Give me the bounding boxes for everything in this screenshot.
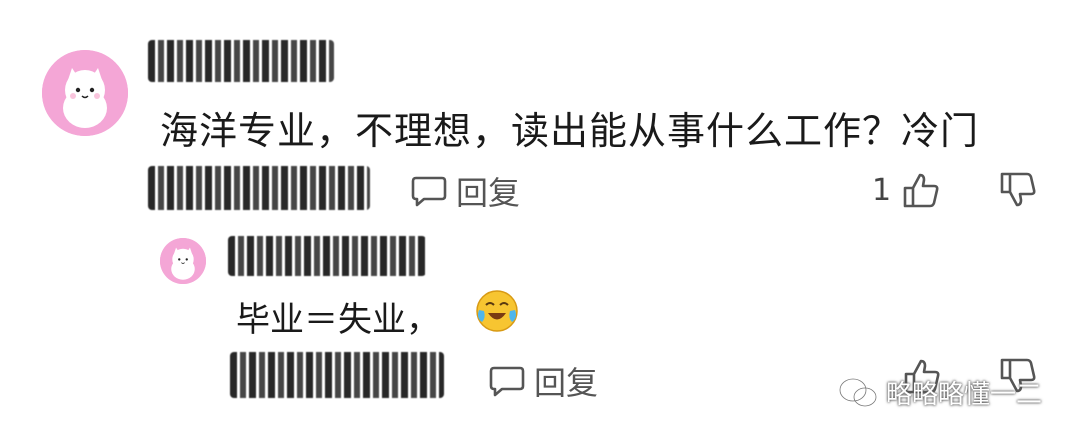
cat-avatar-icon <box>42 50 128 136</box>
cat-avatar-icon <box>160 238 206 284</box>
thumbs-up-icon <box>903 173 939 208</box>
speech-bubble-icon <box>489 366 525 397</box>
watermark-text: 略略略懂一二 <box>885 380 1042 410</box>
replier-avatar[interactable] <box>160 238 206 284</box>
reply-text: 毕业＝失业， <box>236 300 440 340</box>
comment-text: 海洋专业，不理想，读出能从事什么工作？冷门 <box>160 109 980 153</box>
comment-dislike-button[interactable] <box>998 170 1038 210</box>
wechat-icon <box>838 377 878 407</box>
speech-bubble-icon <box>411 176 447 207</box>
wechat-watermark: 略略略懂一二 <box>838 374 1042 411</box>
reply-reply-label: 回复 <box>534 364 599 402</box>
reply-meta-obscured <box>230 352 444 398</box>
commenter-username-obscured[interactable] <box>148 40 334 82</box>
thumbs-down-icon <box>1000 172 1036 207</box>
crying-laughing-emoji-icon <box>474 288 520 334</box>
reply-reply-button[interactable]: 回复 <box>488 358 598 404</box>
comment-like-count: 1 <box>872 172 892 208</box>
comment-like-button[interactable]: 1 <box>872 170 941 210</box>
comment-thread: 海洋专业，不理想，读出能从事什么工作？冷门 回复 1 毕业＝失业， 回复 略略略… <box>0 0 1080 441</box>
comment-meta-obscured <box>148 166 370 210</box>
replier-username-obscured[interactable] <box>228 236 426 276</box>
comment-reply-label: 回复 <box>456 174 521 212</box>
commenter-avatar[interactable] <box>42 50 128 136</box>
comment-reply-button[interactable]: 回复 <box>410 168 520 214</box>
